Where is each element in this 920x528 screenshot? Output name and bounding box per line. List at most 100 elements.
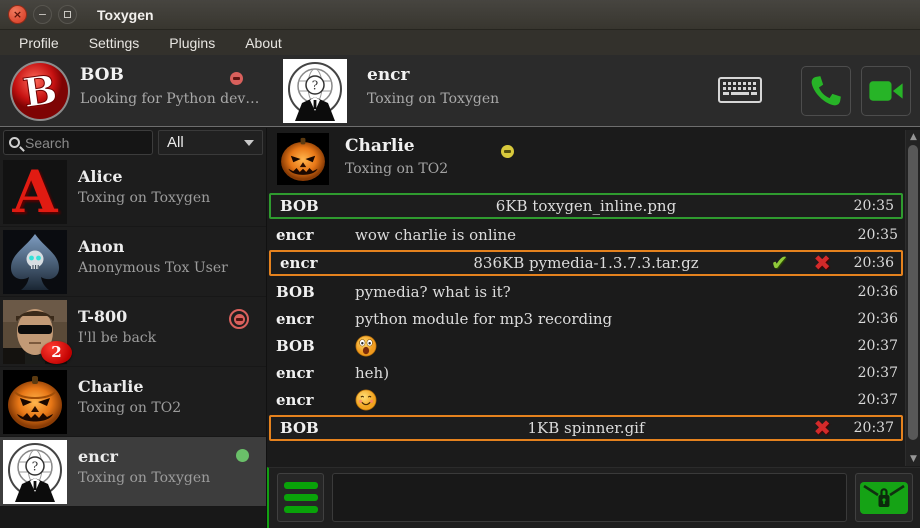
message-time: 20:37: [851, 338, 905, 354]
peer-name: encr: [367, 65, 409, 85]
scroll-down-icon[interactable]: ▼: [906, 452, 920, 466]
message-time: 20:37: [851, 365, 905, 381]
search-input[interactable]: [25, 135, 147, 151]
message-time: 20:37: [851, 392, 905, 408]
file-label: 1KB spinner.gif: [271, 417, 901, 439]
accept-file-icon[interactable]: ✔: [771, 251, 789, 275]
unread-count-badge: 2: [41, 341, 72, 364]
message-emoji: [355, 335, 851, 357]
message-composer: [267, 467, 920, 528]
message-list: 6KB toxygen_inline.png BOB 20:35 encr wo…: [267, 191, 905, 443]
chat-card-status-message: Toxing on TO2: [345, 161, 448, 177]
menu-bar-icon: [284, 494, 318, 501]
scroll-up-icon[interactable]: ▲: [906, 130, 920, 144]
menu-bar-icon: [284, 506, 318, 513]
peer-status-message: Toxing on Toxygen: [367, 91, 499, 107]
message-sender: encr: [267, 391, 355, 409]
message-row: encr 20:37: [267, 386, 905, 413]
contact-name: Anon: [78, 237, 124, 256]
chat-card-avatar: [277, 133, 329, 185]
chat-scrollbar[interactable]: ▲ ▼: [905, 130, 920, 466]
maximize-icon[interactable]: [58, 5, 77, 24]
contact-status-message: Toxing on Toxygen: [78, 470, 210, 486]
contact-filter-value: All: [167, 134, 184, 151]
file-label: 6KB toxygen_inline.png: [271, 195, 901, 217]
contact-filter-dropdown[interactable]: All: [158, 130, 263, 155]
title-bar: × − Toxygen: [0, 0, 920, 30]
self-profile[interactable]: B BOB Looking for Python dev…: [0, 55, 267, 126]
sidebar-filler: [0, 507, 266, 528]
self-status-message: Looking for Python dev…: [80, 91, 259, 107]
contact-status-message: Anonymous Tox User: [78, 260, 228, 276]
file-transfer-row: 6KB toxygen_inline.png BOB 20:35: [269, 193, 903, 219]
message-row: BOB pymedia? what is it? 20:36: [267, 278, 905, 305]
contact-row-encr[interactable]: ? encr Toxing on Toxygen: [0, 437, 266, 507]
contact-row-anon[interactable]: Anon Anonymous Tox User: [0, 227, 266, 297]
svg-text:B: B: [20, 66, 60, 117]
emoji-smile-icon: [355, 389, 377, 411]
message-text: pymedia? what is it?: [355, 283, 851, 301]
message-sender: encr: [267, 226, 355, 244]
chat-contact-card[interactable]: Charlie Toxing on TO2: [269, 131, 904, 187]
contact-status-message: Toxing on Toxygen: [78, 190, 210, 206]
menu-about[interactable]: About: [230, 35, 297, 51]
message-sender: encr: [267, 364, 355, 382]
message-sender: encr: [267, 310, 355, 328]
menu-plugins[interactable]: Plugins: [154, 35, 230, 51]
minimize-icon[interactable]: −: [33, 5, 52, 24]
cancel-file-icon[interactable]: ✖: [813, 416, 831, 440]
contact-row-alice[interactable]: A Alice Toxing on Toxygen: [0, 157, 266, 227]
message-row: encr heh) 20:37: [267, 359, 905, 386]
message-text: heh): [355, 364, 851, 382]
menu-profile[interactable]: Profile: [4, 35, 74, 51]
contact-name: encr: [78, 447, 118, 466]
message-row: BOB 20:37: [267, 332, 905, 359]
app-window: × − Toxygen Profile Settings Plugins Abo…: [0, 0, 920, 528]
alice-avatar: A: [3, 160, 67, 224]
header-row: B BOB Looking for Python dev…: [0, 55, 920, 127]
message-input[interactable]: [332, 473, 847, 522]
self-busy-status-icon[interactable]: [230, 72, 243, 85]
contact-status-message: Toxing on TO2: [78, 400, 181, 416]
message-sender: BOB: [267, 283, 355, 301]
message-emoji: [355, 389, 851, 411]
charlie-avatar: [3, 370, 67, 434]
menu-bar-icon: [284, 482, 318, 489]
menu-bar: Profile Settings Plugins About: [0, 30, 920, 55]
message-time: 20:35: [851, 227, 905, 243]
send-button[interactable]: [855, 473, 913, 522]
close-icon[interactable]: ×: [8, 5, 27, 24]
message-sender: BOB: [267, 337, 355, 355]
scrollbar-thumb[interactable]: [908, 145, 918, 440]
message-row: encr python module for mp3 recording 20:…: [267, 305, 905, 332]
peer-avatar: ?: [283, 59, 347, 123]
attachment-menu-button[interactable]: [277, 473, 324, 522]
contact-name: Charlie: [78, 377, 144, 396]
contact-name: Alice: [78, 167, 123, 186]
chat-area: Charlie Toxing on TO2 6KB toxygen_inline…: [267, 128, 920, 528]
video-call-button[interactable]: [861, 66, 911, 116]
contact-status-message: I'll be back: [78, 330, 156, 346]
busy-status-icon: [229, 309, 249, 329]
search-box[interactable]: [3, 130, 153, 155]
menu-settings[interactable]: Settings: [74, 35, 155, 51]
decline-file-icon[interactable]: ✖: [813, 251, 831, 275]
audio-call-button[interactable]: [801, 66, 851, 116]
online-status-icon: [236, 449, 249, 462]
phone-icon: [809, 74, 843, 108]
self-avatar: B: [8, 59, 72, 123]
emoji-astonished-icon: [355, 335, 377, 357]
contacts-sidebar: All A Alice Toxing on Toxygen: [0, 128, 267, 528]
message-time: 20:36: [851, 311, 905, 327]
svg-text:?: ?: [32, 460, 38, 474]
screen-keyboard-icon[interactable]: [718, 77, 762, 107]
anon-avatar: [3, 230, 67, 294]
contact-row-charlie[interactable]: Charlie Toxing on TO2: [0, 367, 266, 437]
contact-row-t800[interactable]: T-800 I'll be back 2: [0, 297, 266, 367]
peer-header: ? encr Toxing on Toxygen: [267, 55, 920, 126]
message-row: encr wow charlie is online 20:35: [267, 221, 905, 248]
message-text: python module for mp3 recording: [355, 310, 851, 328]
svg-text:?: ?: [312, 79, 318, 93]
self-name: BOB: [80, 65, 124, 85]
file-transfer-row: 836KB pymedia-1.3.7.3.tar.gz encr ✔ ✖ 20…: [269, 250, 903, 276]
